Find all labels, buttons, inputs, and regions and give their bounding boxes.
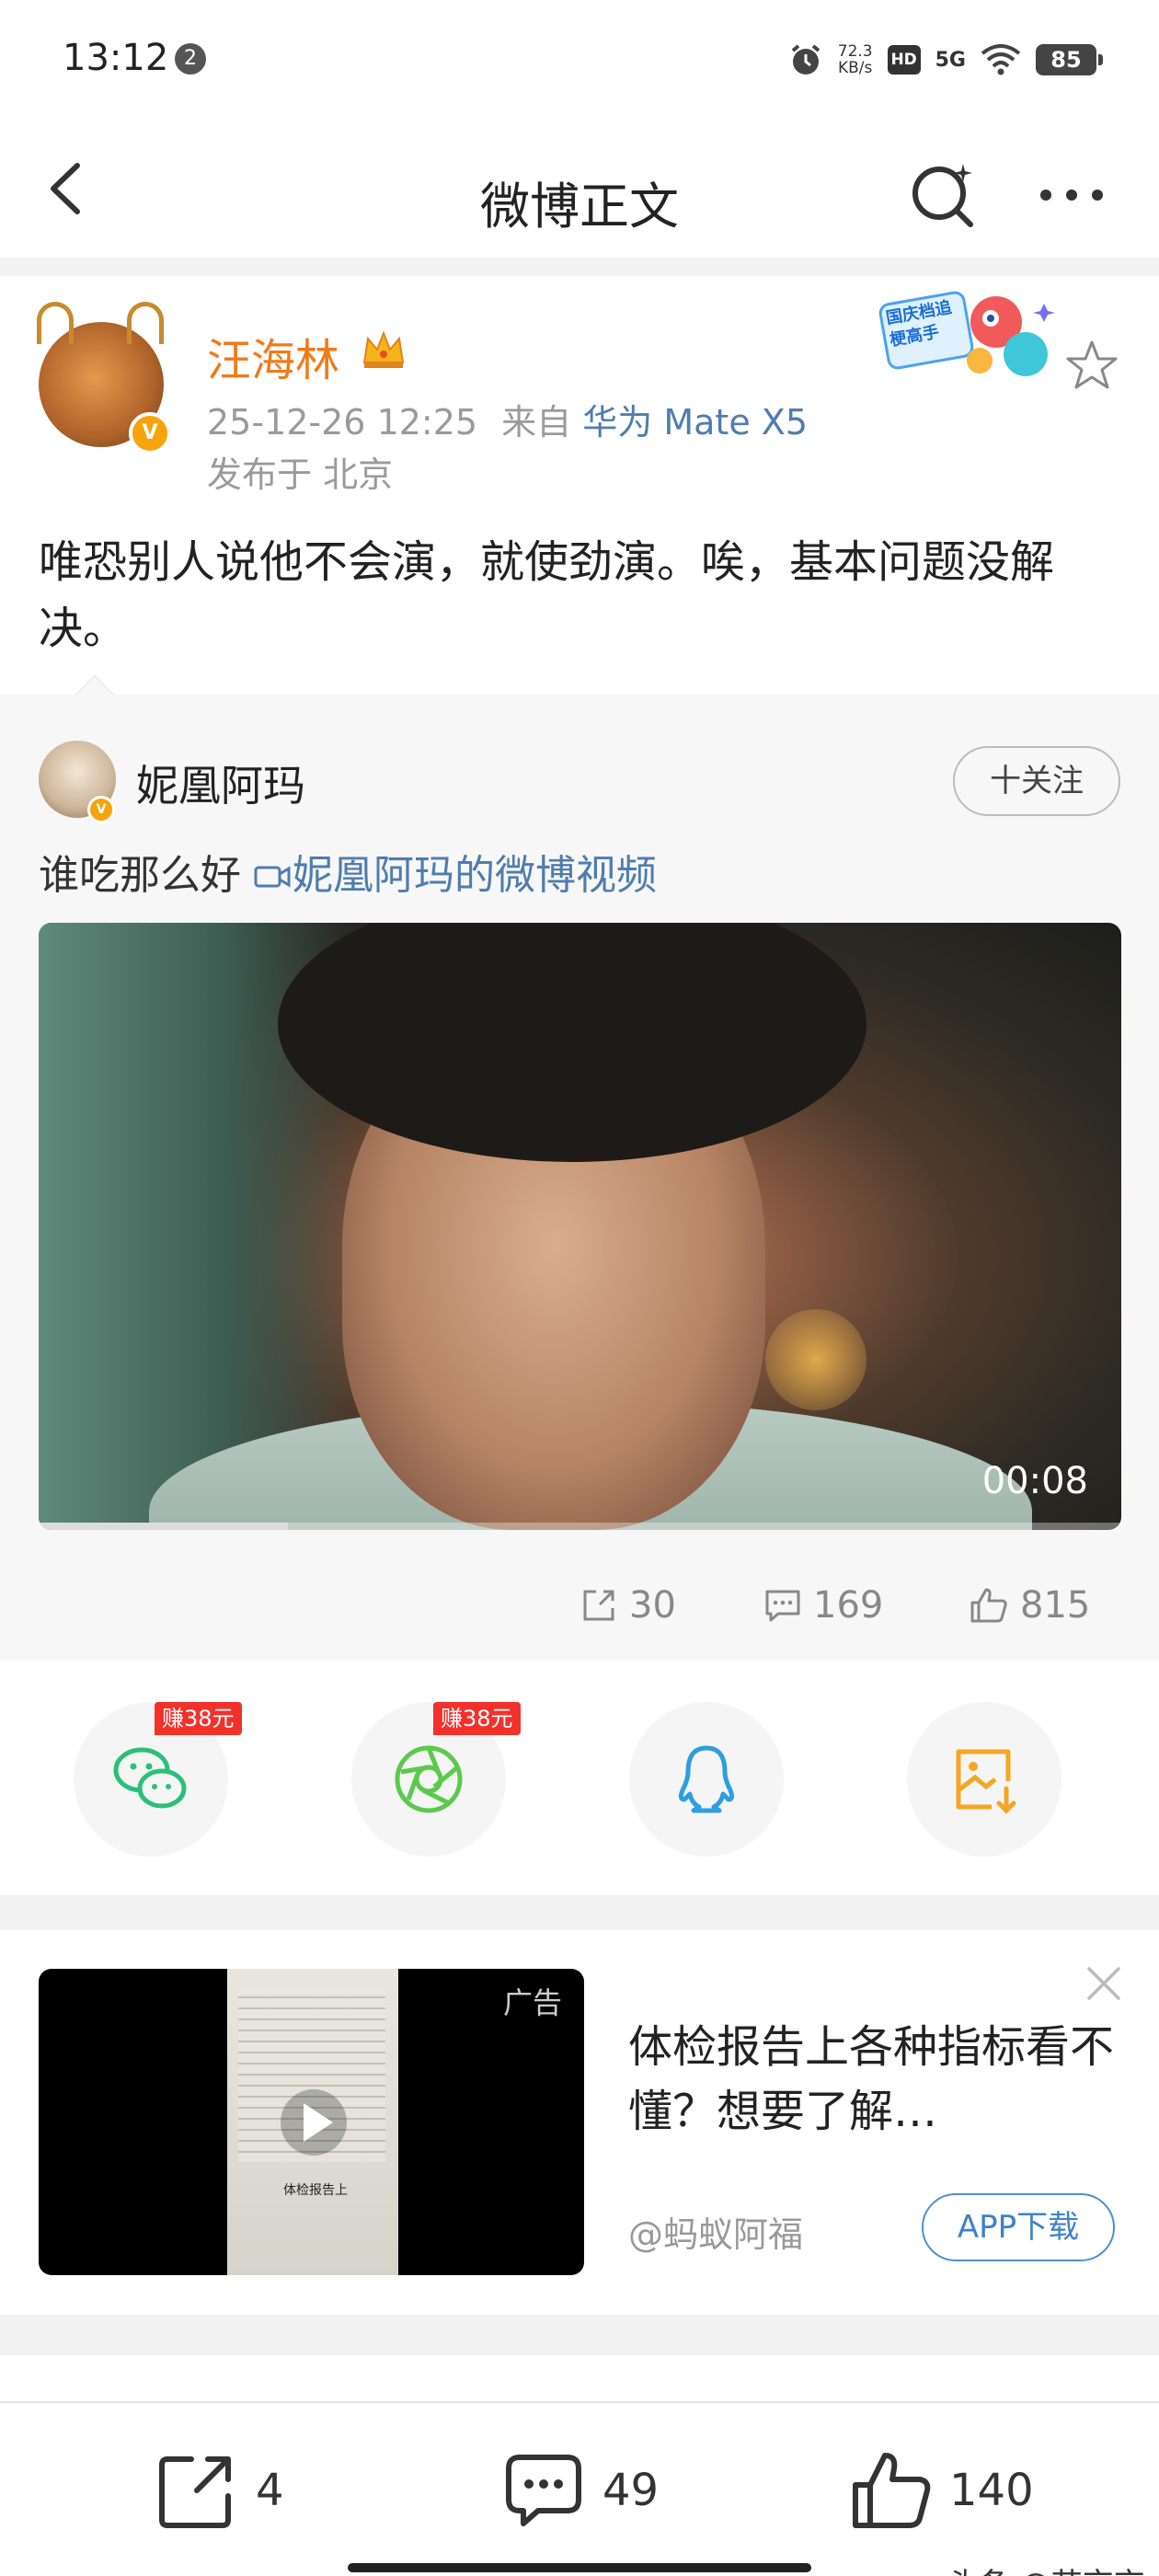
- app-download-button[interactable]: APP下载: [922, 2193, 1115, 2261]
- video-link[interactable]: 妮凰阿玛的微博视频: [254, 852, 657, 899]
- from-label: 来自: [501, 402, 572, 443]
- repost-stats: 30 169 815: [0, 1573, 1159, 1638]
- bottom-action-bar: 4 49 140: [0, 2401, 1159, 2576]
- more-options-icon[interactable]: [1030, 156, 1113, 230]
- close-icon[interactable]: [1084, 1963, 1124, 2004]
- alarm-icon: [791, 44, 820, 75]
- author-name[interactable]: 汪海林: [207, 324, 339, 388]
- save-image-button[interactable]: [907, 1702, 1061, 1857]
- antler-decoration: [37, 302, 74, 344]
- save-image-icon: [956, 1749, 1016, 1814]
- video-player[interactable]: 00:08: [39, 923, 1121, 1530]
- play-icon[interactable]: [280, 2088, 348, 2156]
- video-lamp-glow: [765, 1309, 866, 1410]
- share-panel: 赚38元 赚38元: [0, 1661, 1159, 1895]
- post-location: 发布于 北京: [207, 454, 394, 495]
- post-device[interactable]: 华为 Mate X5: [582, 402, 808, 443]
- ad-title[interactable]: 体检报告上各种指标看不懂？想要了解…: [628, 2015, 1116, 2144]
- earn-reward-tag: 赚38元: [433, 1702, 521, 1735]
- search-icon[interactable]: [906, 156, 980, 230]
- status-bar: 13:12 2 72.3 KB/s HD 5G 85: [0, 0, 1159, 120]
- post-text: 唯恐别人说他不会演，就使劲演。唉，基本问题没解决。: [39, 536, 1055, 654]
- wifi-icon: [981, 44, 1021, 75]
- post-card: V 汪海林 25-12-26 12:25 来自 华为 Mate X5 发布于 北…: [0, 276, 1159, 695]
- watermark: 头条 @苗京京: [947, 2559, 1145, 2576]
- crown-icon: [362, 330, 405, 368]
- antler-decoration: [127, 302, 164, 344]
- repost-share-stat[interactable]: 30: [580, 1573, 676, 1638]
- repost-like-stat[interactable]: 815: [969, 1573, 1090, 1638]
- share-qq-button[interactable]: [629, 1702, 784, 1857]
- net-speed: 72.3 KB/s: [838, 43, 873, 76]
- promo-sticker[interactable]: 国庆档追梗高手: [878, 285, 1062, 386]
- video-duration: 00:08: [981, 1460, 1088, 1502]
- moments-aperture-icon: [395, 1745, 463, 1813]
- notification-count-badge: 2: [175, 43, 206, 75]
- net-speed-value: 72.3: [837, 42, 873, 61]
- like-action[interactable]: 140: [848, 2449, 1034, 2532]
- share-icon: [159, 2456, 231, 2528]
- page-title: 微博正文: [480, 178, 679, 236]
- ad-thumb-caption: 体检报告上: [283, 2183, 348, 2198]
- comment-count: 49: [602, 2465, 660, 2516]
- repost-caption: 谁吃那么好: [39, 852, 254, 899]
- qq-penguin-icon: [678, 1745, 735, 1813]
- post-meta: 25-12-26 12:25 来自 华为 Mate X5: [207, 394, 808, 444]
- verified-badge-icon: V: [87, 796, 115, 823]
- verified-badge-icon: V: [129, 412, 171, 454]
- battery-indicator: 85: [1036, 44, 1103, 75]
- comment-icon: [506, 2455, 581, 2526]
- next-section-card: [0, 2355, 1159, 2401]
- repost-count: 4: [256, 2465, 284, 2516]
- status-time: 13:12: [63, 37, 169, 79]
- network-type: 5G: [935, 48, 966, 72]
- video-progress-fill: [39, 1523, 288, 1530]
- comment-action[interactable]: 49: [501, 2449, 659, 2532]
- reposted-card[interactable]: V 妮凰阿玛 十关注 谁吃那么好 妮凰阿玛的微博视频 00:08 30 169 …: [0, 695, 1159, 1661]
- favorite-star-icon[interactable]: [1062, 337, 1121, 396]
- repost-comment-count: 169: [813, 1584, 884, 1627]
- share-icon: [583, 1590, 614, 1621]
- video-hair: [278, 923, 866, 1162]
- status-indicators: 72.3 KB/s HD 5G 85: [788, 37, 1103, 83]
- ad-label: 广告: [502, 1985, 562, 2020]
- repost-share-count: 30: [629, 1584, 676, 1627]
- repost-action[interactable]: 4: [155, 2449, 284, 2532]
- ad-video-thumbnail[interactable]: 体检报告上 广告: [39, 1969, 584, 2275]
- video-progress-bar[interactable]: [39, 1523, 1121, 1530]
- ad-source: @蚂蚁阿福: [628, 2214, 804, 2255]
- like-count: 140: [949, 2465, 1034, 2516]
- home-indicator[interactable]: [348, 2563, 811, 2572]
- wechat-icon: [113, 1747, 187, 1809]
- repost-author-name[interactable]: 妮凰阿玛: [136, 753, 305, 813]
- video-link-text: 妮凰阿玛的微博视频: [293, 852, 657, 899]
- repost-text: 谁吃那么好 妮凰阿玛的微博视频: [39, 842, 657, 901]
- comment-icon: [765, 1590, 800, 1622]
- video-camera-icon: [254, 866, 291, 888]
- earn-reward-tag: 赚38元: [155, 1702, 242, 1735]
- top-nav: 微博正文: [0, 120, 1159, 258]
- ad-card[interactable]: 体检报告上 广告 体检报告上各种指标看不懂？想要了解… @蚂蚁阿福 APP下载: [0, 1930, 1159, 2315]
- post-time: 25-12-26 12:25: [207, 402, 478, 443]
- like-icon: [970, 1588, 1007, 1623]
- hd-icon: HD: [887, 45, 921, 75]
- like-thumb-icon: [853, 2453, 931, 2528]
- repost-like-count: 815: [1020, 1584, 1091, 1627]
- follow-button[interactable]: 十关注: [953, 746, 1120, 816]
- repost-comment-stat[interactable]: 169: [763, 1573, 883, 1638]
- net-speed-unit: KB/s: [837, 59, 873, 77]
